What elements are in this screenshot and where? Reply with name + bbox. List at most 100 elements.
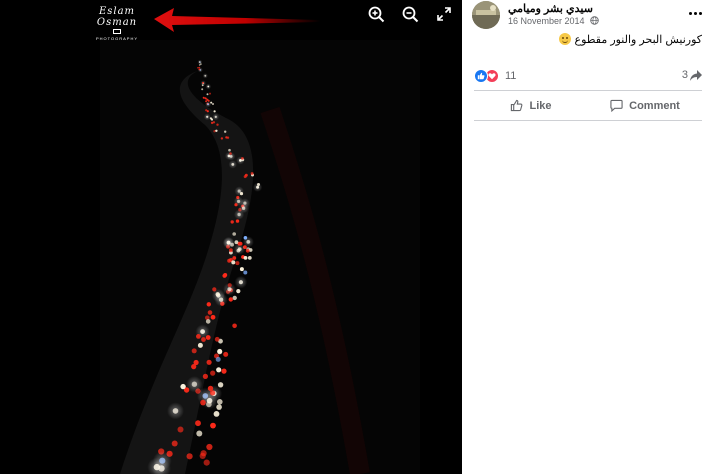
vehicle-light (215, 292, 220, 297)
vehicle-light (228, 148, 231, 152)
post-actions: Like Comment (474, 93, 702, 118)
vehicle-light (232, 323, 237, 329)
vehicle-light (223, 351, 229, 357)
vehicle-light (198, 66, 201, 69)
vehicle-light (236, 248, 241, 253)
vehicle-light (215, 129, 218, 132)
vehicle-light (243, 256, 248, 260)
vehicle-light (205, 100, 208, 103)
vehicle-light (206, 302, 211, 307)
vehicle-light (203, 459, 210, 466)
vehicle-light (206, 359, 212, 365)
like-button[interactable]: Like (474, 93, 588, 118)
vehicle-light (212, 103, 214, 105)
vehicle-light (243, 270, 248, 275)
vehicle-light (202, 96, 205, 99)
fullscreen-icon[interactable] (434, 4, 454, 24)
vehicle-light (238, 241, 243, 246)
vehicle-light (206, 93, 209, 96)
vehicle-light (245, 248, 250, 253)
vehicle-light (186, 453, 193, 460)
vehicle-light (214, 336, 220, 342)
vehicle-light (232, 295, 237, 301)
vehicle-light (201, 84, 204, 87)
vehicle-light (231, 260, 236, 265)
vehicle-light (232, 256, 237, 260)
globe-icon (590, 16, 599, 25)
night-traffic-photo (0, 0, 462, 474)
post-date-text: 16 November 2014 (508, 16, 585, 26)
vehicle-light (216, 404, 222, 410)
vehicle-light (230, 220, 234, 224)
reactions-summary[interactable]: 11 (474, 69, 516, 83)
headlight-glow (203, 113, 211, 121)
more-options-icon[interactable] (686, 6, 704, 20)
vehicle-light (241, 157, 244, 160)
vehicle-light (216, 367, 222, 373)
vehicle-light (227, 283, 232, 288)
share-arrow-icon (690, 69, 702, 81)
vehicle-light (210, 314, 216, 320)
vehicle-light (191, 348, 197, 354)
like-reaction-icon (474, 69, 488, 83)
vehicle-light (200, 399, 206, 406)
share-count-text: 3 (681, 69, 688, 81)
vehicle-light (244, 173, 248, 177)
vehicle-light (217, 348, 223, 354)
zoom-in-icon[interactable] (366, 4, 386, 24)
post-date[interactable]: 16 November 2014 (508, 16, 599, 26)
post-caption-text: كورنيش البحر والنور مقطوع (574, 34, 702, 46)
post-author[interactable]: سيدي بشر وميامي (508, 2, 593, 15)
headlight-glow (228, 160, 237, 169)
divider (474, 90, 702, 91)
vehicle-light (201, 88, 204, 91)
vehicle-light (206, 443, 213, 451)
share-count[interactable]: 3 (682, 69, 702, 81)
vehicle-light (209, 117, 212, 120)
vehicle-light (177, 426, 184, 433)
vehicle-light (197, 342, 203, 348)
vehicle-light (200, 63, 202, 65)
vehicle-light (198, 61, 201, 63)
vehicle-light (193, 359, 199, 366)
vehicle-light (197, 67, 199, 69)
vehicle-light (196, 334, 201, 339)
vehicle-light (213, 411, 220, 417)
vehicle-light (195, 420, 201, 427)
headlight-glow (205, 83, 212, 90)
vehicle-light (207, 99, 210, 102)
vehicle-light (217, 382, 224, 388)
vehicle-light (247, 256, 252, 260)
post-details-panel: سيدي بشر وميامي 16 November 2014 كورنيش … (462, 0, 712, 474)
vehicle-light (235, 261, 240, 266)
vehicle-light (243, 236, 248, 240)
vehicle-light (202, 82, 204, 84)
vehicle-light (180, 383, 186, 390)
vehicle-light (209, 390, 216, 396)
vehicle-light (210, 370, 216, 376)
vehicle-light (228, 297, 233, 302)
headlight-glow (202, 73, 208, 79)
zoom-out-icon[interactable] (400, 4, 420, 24)
comment-button[interactable]: Comment (588, 93, 702, 118)
vehicle-light (205, 335, 211, 340)
vehicle-light (222, 273, 227, 278)
vehicle-light (200, 450, 207, 457)
post-caption: كورنيش البحر والنور مقطوع (556, 33, 702, 46)
vehicle-light (221, 368, 227, 374)
vehicle-light (250, 172, 254, 175)
divider (474, 120, 702, 121)
vehicle-light (210, 422, 216, 429)
headlight-glow (223, 237, 235, 249)
vehicle-light (224, 130, 227, 133)
photo-viewer: Eslam Osman PHOTOGRAPHY (0, 0, 462, 474)
vehicle-light (229, 248, 233, 253)
post-stats: 11 3 (474, 68, 702, 86)
vehicle-light (209, 92, 211, 95)
camera-icon (113, 29, 121, 34)
vehicle-light (207, 310, 213, 315)
headlight-glow (167, 402, 184, 420)
vehicle-light (236, 289, 241, 294)
vehicle-light (257, 183, 260, 186)
avatar[interactable] (472, 1, 500, 29)
